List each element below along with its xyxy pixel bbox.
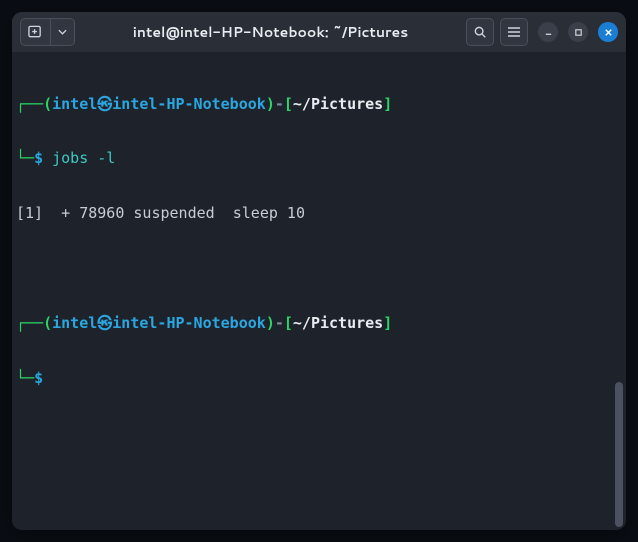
search-icon — [473, 25, 487, 39]
prompt-line-1: ┌──(intel㉿intel-HP-Notebook)-[~/Pictures… — [16, 95, 622, 113]
minimize-icon — [544, 28, 553, 37]
terminal-window: intel@intel-HP-Notebook: ~/Pictures — [12, 12, 626, 530]
close-icon — [604, 28, 613, 37]
minimize-button[interactable] — [538, 22, 558, 42]
hamburger-icon — [507, 26, 521, 38]
prompt-line-2: └─$ jobs -l — [16, 149, 622, 167]
menu-button[interactable] — [500, 18, 528, 46]
terminal-area[interactable]: ┌──(intel㉿intel-HP-Notebook)-[~/Pictures… — [12, 52, 626, 530]
new-tab-dropdown[interactable] — [51, 19, 74, 45]
titlebar: intel@intel-HP-Notebook: ~/Pictures — [12, 12, 626, 52]
blank-line — [16, 259, 622, 277]
skull-icon: ㉿ — [97, 95, 112, 113]
prompt-line-4: └─$ — [16, 369, 622, 387]
close-button[interactable] — [598, 22, 618, 42]
search-button[interactable] — [466, 18, 494, 46]
maximize-button[interactable] — [568, 22, 588, 42]
skull-icon: ㉿ — [97, 314, 112, 332]
output-line-1: [1] + 78960 suspended sleep 10 — [16, 204, 622, 222]
new-tab-group — [20, 18, 75, 46]
command-1: jobs -l — [52, 149, 115, 167]
chevron-down-icon — [58, 29, 67, 35]
maximize-icon — [574, 28, 583, 37]
new-tab-icon — [28, 25, 43, 39]
window-title: intel@intel-HP-Notebook: ~/Pictures — [81, 22, 460, 42]
window-controls — [538, 22, 618, 42]
scrollbar-thumb[interactable] — [615, 382, 623, 527]
new-tab-button[interactable] — [21, 19, 51, 45]
prompt-line-3: ┌──(intel㉿intel-HP-Notebook)-[~/Pictures… — [16, 314, 622, 332]
